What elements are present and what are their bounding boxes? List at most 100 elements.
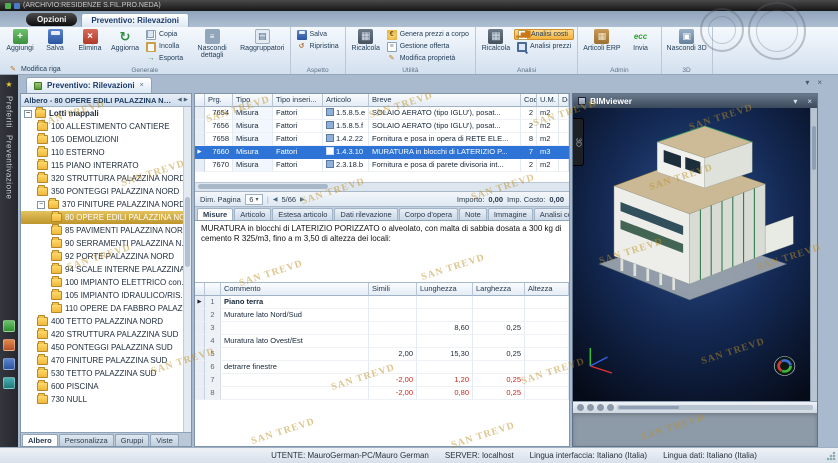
sidebar-tab-preventivazione[interactable]: Preventivazione	[5, 135, 14, 199]
orbit-icon[interactable]	[577, 404, 584, 411]
collapse-icon[interactable]	[24, 110, 32, 118]
tree-item[interactable]: 350 PONTEGGI PALAZZINA NORD	[21, 185, 183, 198]
column-header-larghezza[interactable]: Larghezza	[473, 283, 525, 296]
tree-item[interactable]: Lotti mappali	[21, 107, 183, 120]
sidebar-tool-icon-2[interactable]	[3, 339, 15, 351]
pan-icon[interactable]	[587, 404, 594, 411]
salva-button[interactable]: Salva	[38, 28, 72, 53]
tree-item[interactable]: 110 OPERE DA FABBRO PALAZ...	[21, 302, 183, 315]
raggruppatori-button[interactable]: Raggruppatori	[238, 28, 286, 53]
sidebar-tool-icon-1[interactable]	[3, 320, 15, 332]
close-icon[interactable]	[807, 97, 812, 106]
tab-gruppi[interactable]: Gruppi	[115, 434, 150, 446]
zoom-icon[interactable]	[597, 404, 604, 411]
incolla-button[interactable]: Incolla	[143, 41, 186, 52]
scrollbar-thumb[interactable]	[619, 406, 679, 409]
tab-immagine[interactable]: Immagine	[488, 208, 533, 220]
tree-item[interactable]: 420 STRUTTURA PALAZZINA SUD	[21, 328, 183, 341]
measure-row[interactable]: 5 2,00 15,30 0,25	[195, 348, 569, 361]
tab-viste[interactable]: Viste	[150, 434, 179, 446]
scrollbar-thumb[interactable]	[812, 126, 816, 170]
sidebar-tab-preferiti[interactable]: Preferiti	[5, 96, 14, 128]
close-icon[interactable]	[817, 78, 822, 87]
scroll-left-icon[interactable]	[178, 97, 182, 103]
scrollbar-thumb[interactable]	[185, 197, 190, 267]
tree-item[interactable]: 90 SERRAMENTI PALAZZINA N...	[21, 237, 183, 250]
measure-row[interactable]: 4 Muratura lato Ovest/Est	[195, 335, 569, 348]
tree-item[interactable]: 600 PISCINA	[21, 380, 183, 393]
scroll-right-icon[interactable]	[184, 97, 188, 103]
nascondi-3d-button[interactable]: Nascondi 3D	[665, 28, 709, 53]
tree-item[interactable]: 105 DEMOLIZIONI	[21, 133, 183, 146]
tree-item[interactable]: 450 PONTEGGI PALAZZINA SUD	[21, 341, 183, 354]
prev-page-button[interactable]	[273, 196, 278, 203]
column-header-cod[interactable]: Cod.	[521, 94, 537, 107]
sidebar-tool-icon-3[interactable]	[3, 358, 15, 370]
tree-item[interactable]: 100 IMPIANTO ELETTRICO con...	[21, 276, 183, 289]
tree-item[interactable]: 92 PORTE PALAZZINA NORD	[21, 250, 183, 263]
next-page-button[interactable]	[300, 196, 305, 203]
column-header-tipo[interactable]: Tipo	[233, 94, 273, 107]
column-header-prg[interactable]: Prg.	[205, 94, 233, 107]
tab-estesa-articolo[interactable]: Estesa articolo	[272, 208, 333, 220]
vertical-scrollbar[interactable]	[810, 108, 817, 401]
tab-personalizza[interactable]: Personalizza	[59, 434, 114, 446]
document-tab[interactable]: Preventivo: Rilevazioni	[26, 77, 152, 93]
home-view-icon[interactable]	[607, 404, 614, 411]
tab-misure[interactable]: Misure	[197, 208, 233, 220]
scrollbar-thumb[interactable]	[198, 184, 328, 189]
resize-grip[interactable]	[826, 451, 836, 461]
tree-item[interactable]: 94 SCALE INTERNE PALAZZINA...	[21, 263, 183, 276]
table-row-selected[interactable]: 7660 Misura Fattori 1.4.3.10 MURATURA in…	[195, 146, 569, 159]
horizontal-scrollbar[interactable]	[195, 182, 569, 191]
tree-item[interactable]: 115 PIANO INTERRATO	[21, 159, 183, 172]
measure-row[interactable]: 2 Murature lato Nord/Sud	[195, 309, 569, 322]
tab-preventivo-rilevazioni[interactable]: Preventivo: Rilevazioni	[81, 13, 189, 27]
bim-viewer-header[interactable]: BIMviewer	[573, 94, 817, 108]
modifica-proprieta-button[interactable]: Modifica proprietà	[384, 53, 472, 64]
ricalcola-analisi-button[interactable]: Ricalcola	[479, 28, 513, 53]
column-header-lunghezza[interactable]: Lunghezza	[417, 283, 473, 296]
column-header-commento[interactable]: Commento	[221, 283, 369, 296]
column-header-tipo-ins[interactable]: Tipo inseri...	[273, 94, 323, 107]
column-header-um[interactable]: U.M.	[537, 94, 559, 107]
tree-item[interactable]: 320 STRUTTURA PALAZZINA NORD	[21, 172, 183, 185]
column-header-articolo[interactable]: Articolo	[323, 94, 369, 107]
tab-articolo[interactable]: Articolo	[234, 208, 271, 220]
copia-button[interactable]: Copia	[143, 29, 186, 40]
ripristina-button[interactable]: Ripristina	[294, 41, 342, 52]
tab-opzioni[interactable]: Opzioni	[26, 13, 77, 26]
genera-prezzi-button[interactable]: Genera prezzi a corpo	[384, 29, 472, 40]
articoli-erp-button[interactable]: Articoli ERP	[581, 28, 622, 53]
tab-dati-rilevazione[interactable]: Dati rilevazione	[334, 208, 397, 220]
chevron-down-icon[interactable]	[793, 97, 797, 106]
sidebar-tool-icon-4[interactable]	[3, 377, 15, 389]
vertical-scrollbar[interactable]	[183, 107, 191, 432]
tree-item[interactable]: 530 TETTO PALAZZINA SUD	[21, 367, 183, 380]
measure-row[interactable]: 3 8,60 0,25	[195, 322, 569, 335]
tab-analisi-costi[interactable]: Analisi costi	[534, 208, 569, 220]
bim-3d-viewport[interactable]: 3D	[573, 108, 817, 401]
tree-item[interactable]: 105 IMPIANTO IDRAULICO/RIS...	[21, 289, 183, 302]
nascondi-dettagli-button[interactable]: Nascondi dettagli	[187, 28, 237, 61]
tab-albero[interactable]: Albero	[22, 434, 58, 446]
table-row[interactable]: 7670 Misura Fattori 2.3.18.b Fornitura e…	[195, 159, 569, 172]
analisi-costi-button[interactable]: Analisi costi	[514, 29, 574, 40]
measure-row[interactable]: 6 detrarre finestre	[195, 361, 569, 374]
horizontal-scrollbar[interactable]	[617, 405, 813, 410]
esporta-button[interactable]: Esporta	[143, 53, 186, 64]
title-bar[interactable]: (ARCHIVIO:RESIDENZE S.FIL.PRO.NEDA)	[0, 0, 838, 11]
measure-row[interactable]: 8 -2,00 0,80 0,25	[195, 387, 569, 400]
elimina-button[interactable]: Elimina	[73, 28, 107, 53]
table-row[interactable]: 7654 Misura Fattori 1.5.8.5.e SOLAIO AER…	[195, 107, 569, 120]
column-header-breve[interactable]: Breve	[369, 94, 521, 107]
tab-corpo-dopera[interactable]: Corpo d'opera	[399, 208, 458, 220]
tab-note[interactable]: Note	[459, 208, 487, 220]
tree-item[interactable]: 85 PAVIMENTI PALAZZINA NORD	[21, 224, 183, 237]
tree-item[interactable]: 470 FINITURE PALAZZINA SUD	[21, 354, 183, 367]
tree-item[interactable]: 100 ALLESTIMENTO CANTIERE	[21, 120, 183, 133]
tree-item[interactable]: 400 TETTO PALAZZINA NORD	[21, 315, 183, 328]
gestione-offerta-button[interactable]: Gestione offerta	[384, 41, 472, 52]
aggiorna-button[interactable]: Aggiorna	[108, 28, 142, 53]
tree-item-selected[interactable]: 80 OPERE EDILI PALAZZINA NORD	[21, 211, 183, 224]
